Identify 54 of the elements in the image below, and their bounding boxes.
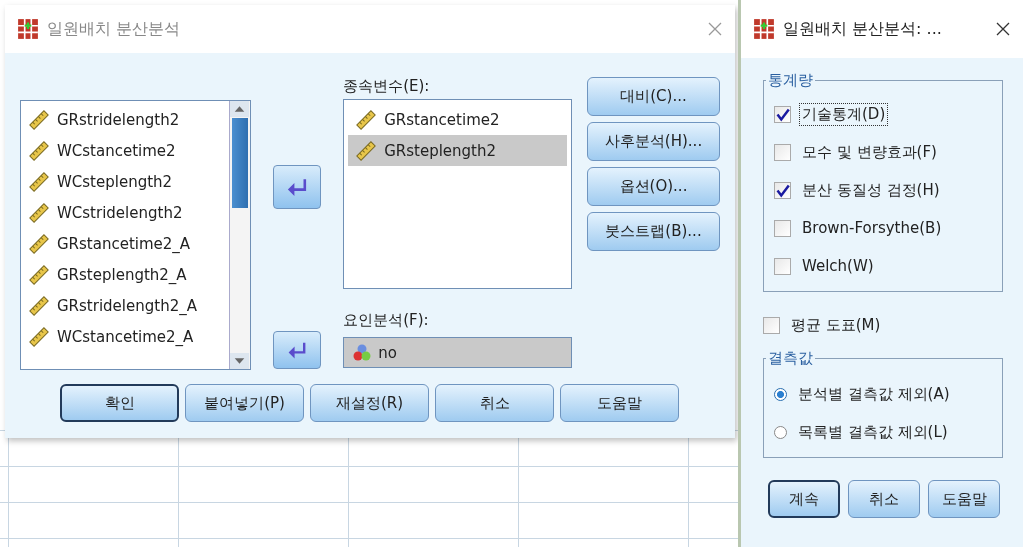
grid-icon <box>753 18 775 40</box>
variable-item[interactable]: WCstancetime2 <box>21 135 229 166</box>
group-title: 통계량 <box>766 71 815 90</box>
dialog-button[interactable]: 취소 <box>848 480 920 518</box>
close-icon[interactable] <box>995 21 1011 37</box>
scrollbar[interactable] <box>228 101 250 369</box>
dialog-button[interactable]: 취소 <box>435 384 554 422</box>
radio-label: 목록별 결측값 제외(L) <box>797 421 949 443</box>
variable-item[interactable]: WCstridelength2 <box>21 197 229 228</box>
move-button[interactable] <box>273 331 321 369</box>
radio-button[interactable] <box>774 425 787 439</box>
dialog-button[interactable]: 붓스트랩(B)... <box>587 212 720 251</box>
dialog-button[interactable]: 계속 <box>768 480 840 518</box>
factor-label: 요인분석(F): <box>343 311 430 331</box>
window-title: 일원배치 분산분석 <box>47 18 182 40</box>
checkbox-label: 기술통계(D) <box>799 102 889 126</box>
checkbox-label: 평균 도표(M) <box>790 314 882 336</box>
variable-item[interactable]: WCsteplength2 <box>21 166 229 197</box>
checkbox[interactable] <box>763 316 780 334</box>
factor-field[interactable]: no <box>343 337 572 368</box>
radio-button[interactable] <box>774 387 787 401</box>
scroll-down-icon[interactable] <box>229 353 249 369</box>
checkbox[interactable] <box>774 143 791 161</box>
dialog-button[interactable]: 붙여넣기(P) <box>185 384 304 422</box>
nominal-icon <box>352 342 373 363</box>
checkbox[interactable] <box>774 181 791 199</box>
dialog-button[interactable]: 확인 <box>60 384 179 422</box>
checkbox[interactable] <box>774 105 791 123</box>
dialog-button[interactable]: 옵션(O)... <box>587 167 720 206</box>
variable-item[interactable]: GRsteplength2 <box>348 135 567 166</box>
checkbox-label: Brown-Forsythe(B) <box>801 218 943 239</box>
dialog-button[interactable]: 대비(C)... <box>587 77 720 116</box>
variable-item[interactable]: GRstridelength2_A <box>21 290 229 321</box>
checkbox-label: 분산 동질성 검정(H) <box>801 179 941 201</box>
grid-icon <box>17 18 39 40</box>
group-title: 결측값 <box>766 349 815 368</box>
variable-item[interactable]: GRstancetime2_A <box>21 228 229 259</box>
dialog-button[interactable]: 도움말 <box>560 384 679 422</box>
variable-item[interactable]: GRstancetime2 <box>348 104 567 135</box>
dialog-button[interactable]: 사후분석(H)... <box>587 122 720 161</box>
checkbox-label: 모수 및 변량효과(F) <box>801 141 938 163</box>
window-title: 일원배치 분산분석: ... <box>783 18 943 40</box>
checkbox[interactable] <box>774 257 791 275</box>
checkbox-label: Welch(W) <box>801 256 875 277</box>
variable-item[interactable]: WCstancetime2_A <box>21 321 229 352</box>
dialog-button[interactable]: 도움말 <box>928 480 1000 518</box>
dependent-label: 종속변수(E): <box>343 77 431 97</box>
variable-item[interactable]: GRstridelength2 <box>21 104 229 135</box>
dialog-button[interactable]: 재설정(R) <box>310 384 429 422</box>
variable-item[interactable]: GRsteplength2_A <box>21 259 229 290</box>
radio-label: 분석별 결측값 제외(A) <box>797 383 951 405</box>
move-button[interactable] <box>273 165 321 209</box>
scroll-up-icon[interactable] <box>229 101 249 117</box>
checkbox[interactable] <box>774 219 791 237</box>
